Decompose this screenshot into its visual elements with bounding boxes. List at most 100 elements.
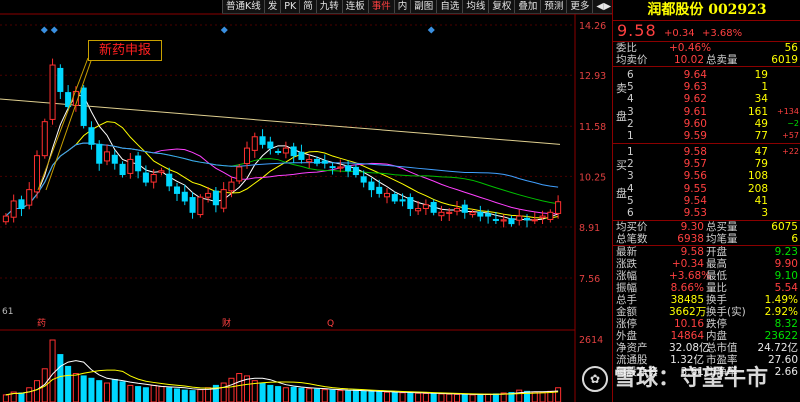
volume-bar — [298, 387, 305, 402]
level-price: 9.63 — [683, 81, 707, 94]
level-number: 5 — [627, 194, 634, 207]
quote-label: 内盘 — [706, 330, 727, 342]
event-annotation: 新药申报 — [88, 40, 162, 61]
volume-bar — [438, 393, 445, 402]
quote-row: 涨幅 +3.68% 最低 9.10 — [613, 270, 800, 282]
quote-row: 外盘 14864 内盘 23622 — [613, 330, 800, 342]
quote-row: 总手 38485 换手 1.49% — [613, 294, 800, 306]
volume-bar — [422, 392, 429, 402]
sell-level-row[interactable]: 1 9.59 77 +57 — [613, 130, 800, 142]
volume-bar — [407, 392, 414, 402]
volume-bar — [477, 393, 484, 402]
toolbar-item-13[interactable]: 预测 — [540, 0, 566, 13]
quote-value: 14864 — [670, 330, 704, 342]
toolbar-item-8[interactable]: 副图 — [410, 0, 436, 13]
toolbar-item-5[interactable]: 连板 — [341, 0, 368, 13]
level-price: 9.62 — [683, 93, 707, 106]
toolbar-item-10[interactable]: 均线 — [462, 0, 488, 13]
volume-bar — [96, 380, 103, 402]
volume-bar — [275, 386, 282, 402]
quote-row: 振幅 8.66% 量比 5.54 — [613, 282, 800, 294]
sell-level-row[interactable]: 5 9.63 1 — [613, 81, 800, 93]
volume-bar — [290, 386, 297, 402]
event-marker[interactable]: 财 — [222, 317, 231, 329]
level-price: 9.64 — [683, 69, 707, 81]
level-number: 6 — [627, 207, 634, 219]
volume-bar — [267, 384, 274, 402]
order-ratio: 委比 +0.46% 56 均卖价 10.02 总卖量 6019 — [613, 42, 800, 66]
buy-level-row[interactable]: 2 9.57 79 — [613, 158, 800, 170]
level-volume: 3 — [761, 207, 768, 219]
price-tick-label: 11.58 — [579, 122, 606, 133]
quote-value: 3662万 — [669, 306, 707, 318]
toolbar-item-7[interactable]: 内 — [393, 0, 411, 13]
volume-bar — [135, 386, 142, 402]
volume-bar — [539, 392, 546, 402]
level-price: 9.55 — [683, 182, 707, 195]
toolbar-item-12[interactable]: 叠加 — [514, 0, 540, 13]
volume-bar — [65, 365, 72, 402]
toolbar-item-0[interactable]: 普通K线 — [222, 0, 264, 13]
volume-bar — [228, 377, 235, 402]
chart-toolbar: 普通K线发 PK 简九转 连板 事件内副图 自选 均线 复权 叠加 预测 更多 ◀▶ — [222, 0, 615, 14]
level-number: 2 — [627, 158, 634, 171]
volume-bar — [516, 389, 523, 402]
volume-bar — [352, 389, 359, 402]
volume-bar — [88, 377, 95, 402]
level-change: +134 — [777, 106, 799, 116]
level-volume: 79 — [754, 158, 768, 171]
volume-bar — [453, 393, 461, 402]
buy-level-row[interactable]: 3 9.56 108 — [613, 170, 800, 182]
quote-row: 净资产 32.08亿 总市值 24.72亿 — [613, 342, 800, 354]
event-marker[interactable]: 药 — [37, 318, 46, 329]
buy-level-row[interactable]: 6 9.53 3 — [613, 207, 800, 219]
event-marker[interactable]: Q — [327, 319, 334, 329]
volume-bar — [18, 392, 25, 402]
quote-label: 涨停 — [616, 318, 637, 330]
quote-label: 跌停 — [706, 318, 727, 330]
stat-value: 56 — [784, 42, 798, 54]
volume-bar — [103, 382, 111, 402]
volume-bar — [119, 381, 126, 402]
volume-bar — [555, 387, 562, 402]
toolbar-item-11[interactable]: 复权 — [488, 0, 514, 13]
volume-bar — [430, 393, 437, 402]
buy-level-row[interactable]: 5 9.54 41 — [613, 195, 800, 207]
level-volume: 77 — [754, 130, 768, 142]
toolbar-item-1[interactable]: 发 — [263, 0, 281, 13]
toolbar-item-2[interactable]: PK — [280, 0, 299, 13]
toolbar-item-9[interactable]: 自选 — [436, 0, 462, 13]
toolbar-item-6[interactable]: 事件 — [367, 0, 394, 13]
price-tick-label: 7.56 — [579, 274, 600, 285]
volume-bar — [415, 392, 422, 402]
level-volume: 41 — [754, 194, 768, 207]
volume-bar — [368, 391, 375, 402]
sell-level-row[interactable]: 6 9.64 19 — [613, 69, 800, 81]
volume-bar — [306, 388, 313, 402]
buy-level-row[interactable]: 1 9.58 47 +22 — [613, 146, 800, 158]
level-price: 9.56 — [683, 170, 707, 183]
candle — [33, 150, 41, 199]
volume-bar — [197, 389, 204, 402]
quote-value: +3.68% — [669, 270, 712, 282]
stat-label: 均卖价 — [616, 54, 648, 66]
snowball-logo-icon: ✿ — [582, 366, 608, 392]
stat-row: 总笔数 6938 均笔量 6 — [613, 233, 800, 245]
buy-level-row[interactable]: 4 9.55 208 — [613, 183, 800, 195]
quote-value: 9.90 — [774, 258, 798, 270]
level-number: 1 — [627, 130, 634, 142]
price-change-pct: +3.68% — [701, 28, 743, 39]
price-tick-label: 12.93 — [579, 71, 606, 82]
sell-level-row[interactable]: 3 9.61 161 +134 — [613, 106, 800, 118]
sell-level-row[interactable]: 2 9.60 49 −2 — [613, 118, 800, 130]
toolbar-item-14[interactable]: 更多 — [566, 0, 592, 13]
toolbar-item-3[interactable]: 简 — [299, 0, 316, 13]
toolbar-item-15[interactable]: ◀▶ — [592, 0, 614, 13]
toolbar-item-4[interactable]: 九转 — [315, 0, 342, 13]
volume-bar — [181, 389, 188, 402]
sell-level-row[interactable]: 4 9.62 34 — [613, 93, 800, 105]
watermark: ✿ 雪球：守望牛市 — [582, 360, 768, 392]
quote-value: 9.23 — [774, 246, 798, 258]
stat-value: 6938 — [677, 233, 704, 245]
level-price: 9.58 — [683, 146, 707, 158]
